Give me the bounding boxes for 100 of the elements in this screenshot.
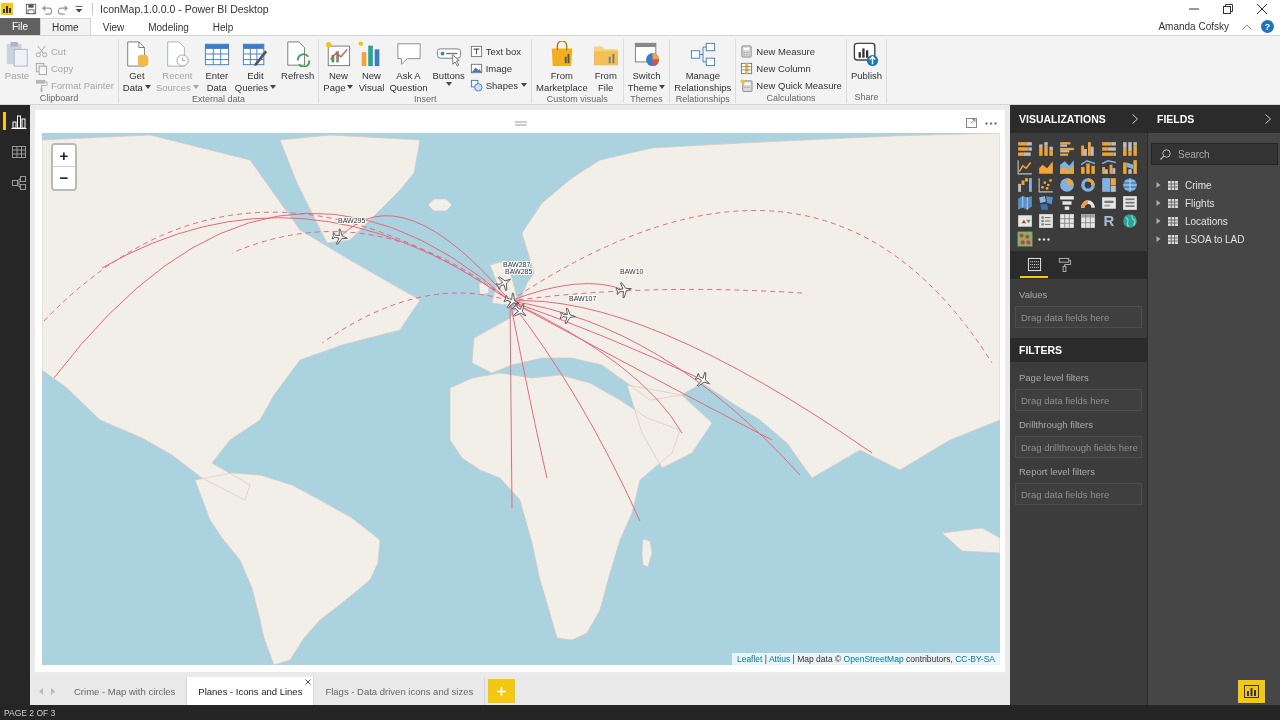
pie-chart-icon[interactable]	[1059, 177, 1075, 193]
new-visual-button[interactable]: New Visual	[356, 41, 387, 93]
new-quick-measure-button[interactable]: New Quick Measure	[740, 78, 842, 92]
matrix-icon[interactable]	[1080, 213, 1096, 229]
text-box-button[interactable]: Text box	[469, 44, 527, 58]
zoom-in-button[interactable]: +	[53, 145, 75, 167]
app-logo-icon	[1, 3, 13, 15]
funnel-chart-icon[interactable]	[1059, 195, 1075, 211]
image-button[interactable]: Image	[469, 61, 527, 75]
ribbon-group-label: Themes	[629, 93, 664, 105]
plus-icon	[497, 686, 507, 696]
table-icon[interactable]	[1059, 213, 1075, 229]
bar-chart-icon[interactable]	[11, 113, 27, 129]
restore-icon[interactable]	[1223, 4, 1233, 14]
new-page-button[interactable]: New Page	[321, 41, 356, 93]
table-name[interactable]: LSOA to LAD	[1185, 233, 1245, 245]
globe-with-land-icon[interactable]	[1122, 213, 1138, 229]
ask-a-question-button[interactable]: Ask A Question	[387, 41, 430, 93]
shape-map-icon[interactable]	[1038, 195, 1054, 211]
pane-title: VISUALIZATIONS	[1019, 113, 1106, 125]
caret-right-icon[interactable]	[1156, 236, 1161, 242]
chevron-up-icon[interactable]	[1242, 23, 1252, 30]
drag-handle-icon[interactable]	[515, 120, 527, 126]
refresh-button[interactable]: Refresh	[279, 41, 317, 82]
donut-chart-icon[interactable]	[1080, 177, 1096, 193]
buttons-button[interactable]: Buttons	[430, 41, 467, 86]
customize-caret-icon[interactable]	[73, 3, 85, 15]
publish-button[interactable]: Publish	[848, 41, 885, 82]
caret-right-icon[interactable]	[1156, 182, 1161, 188]
close-icon[interactable]	[1257, 4, 1267, 14]
stacked-area-chart-icon[interactable]	[1059, 159, 1075, 175]
card-icon[interactable]	[1101, 195, 1117, 211]
table-grid-icon[interactable]	[11, 144, 27, 160]
line-and-clustered-column-chart-icon[interactable]	[1101, 159, 1117, 175]
table-icon	[1168, 180, 1178, 190]
chart-tile-icon[interactable]	[1238, 680, 1265, 703]
full-stacked-column-chart-icon[interactable]	[1122, 141, 1138, 157]
chevron-right-icon[interactable]	[1132, 114, 1138, 124]
waterfall-chart-icon[interactable]	[1017, 177, 1033, 193]
edit-queries-button[interactable]: Edit Queries	[232, 41, 279, 93]
enter-data-button[interactable]: Enter Data	[201, 41, 232, 93]
area-chart-icon[interactable]	[1038, 159, 1054, 175]
close-icon[interactable]	[305, 679, 312, 685]
diagram-icon[interactable]	[11, 175, 27, 191]
dot-map-icon[interactable]	[1017, 231, 1033, 247]
attribution-link[interactable]: CC-BY-SA	[955, 654, 995, 664]
table-icon	[1168, 216, 1178, 226]
manage-relationships-button[interactable]: Manage Relationships	[672, 41, 734, 93]
globe-icon[interactable]	[1122, 177, 1138, 193]
kpi-icon[interactable]	[1017, 213, 1033, 229]
zoom-out-button[interactable]: −	[53, 167, 75, 189]
multi-row-card-icon[interactable]	[1122, 195, 1138, 211]
get-data-button[interactable]: Get Data	[120, 41, 153, 93]
more-visuals-icon[interactable]	[1038, 237, 1050, 241]
file-tab[interactable]: File	[0, 18, 40, 35]
caret-right-icon[interactable]	[1156, 200, 1161, 206]
attribution-link[interactable]: Attius	[768, 654, 791, 664]
redo-icon[interactable]	[57, 3, 69, 15]
from-file-button[interactable]: From File	[590, 41, 621, 93]
page-tab[interactable]: Planes - Icons and Lines	[187, 677, 315, 705]
paint-roller-icon[interactable]	[1056, 257, 1072, 272]
filled-map-icon[interactable]	[1017, 195, 1033, 211]
switch-theme-button[interactable]: Switch Theme	[625, 41, 668, 93]
fields-list-icon[interactable]	[1026, 257, 1042, 272]
new-measure-button[interactable]: New Measure	[740, 44, 842, 58]
ribbon-group-label: Clipboard	[38, 92, 80, 104]
ribbon-tab[interactable]: Help	[200, 18, 246, 35]
attribution-link[interactable]: OpenStreetMap	[843, 654, 904, 664]
undo-icon[interactable]	[41, 3, 53, 15]
table-name[interactable]: Flights	[1185, 197, 1215, 209]
scatter-chart-icon[interactable]	[1038, 177, 1054, 193]
attribution-link[interactable]: Leaflet	[736, 654, 763, 664]
table-name[interactable]: Crime	[1185, 179, 1212, 191]
ribbon-chart-icon[interactable]	[1122, 159, 1138, 175]
stacked-column-chart-icon[interactable]	[1038, 141, 1054, 157]
full-stacked-bar-chart-icon[interactable]	[1101, 141, 1117, 157]
search-field[interactable]: Search	[1151, 143, 1278, 165]
airplane-icon	[559, 307, 576, 324]
from-marketplace-button[interactable]: From Marketplace	[533, 41, 590, 93]
ribbon-tab[interactable]: Home	[40, 18, 91, 35]
clustered-column-chart-icon[interactable]	[1080, 141, 1096, 157]
table-name[interactable]: Locations	[1185, 215, 1228, 227]
new-column-button[interactable]: New Column	[740, 61, 842, 75]
r-visual-button[interactable]: R	[1101, 213, 1117, 229]
ribbon-group-label: Relationships	[674, 93, 731, 105]
treemap-icon[interactable]	[1101, 177, 1117, 193]
focus-mode-icon[interactable]	[966, 118, 977, 128]
ribbon-tab[interactable]: Modeling	[136, 18, 201, 35]
line-and-column-chart-icon[interactable]	[1080, 159, 1096, 175]
line-chart-icon[interactable]	[1017, 159, 1033, 175]
data-table-icon	[203, 41, 230, 67]
ribbon-tab[interactable]: View	[90, 18, 137, 35]
stacked-bar-chart-icon[interactable]	[1017, 141, 1033, 157]
chevron-right-icon[interactable]	[1265, 114, 1271, 124]
shapes-button[interactable]: Shapes	[469, 78, 527, 92]
slicer-icon[interactable]	[1038, 213, 1054, 229]
clustered-bar-chart-icon[interactable]	[1059, 141, 1075, 157]
help-button[interactable]: ?	[1261, 20, 1274, 33]
more-options-icon[interactable]	[985, 121, 997, 125]
caret-right-icon[interactable]	[1156, 218, 1161, 224]
